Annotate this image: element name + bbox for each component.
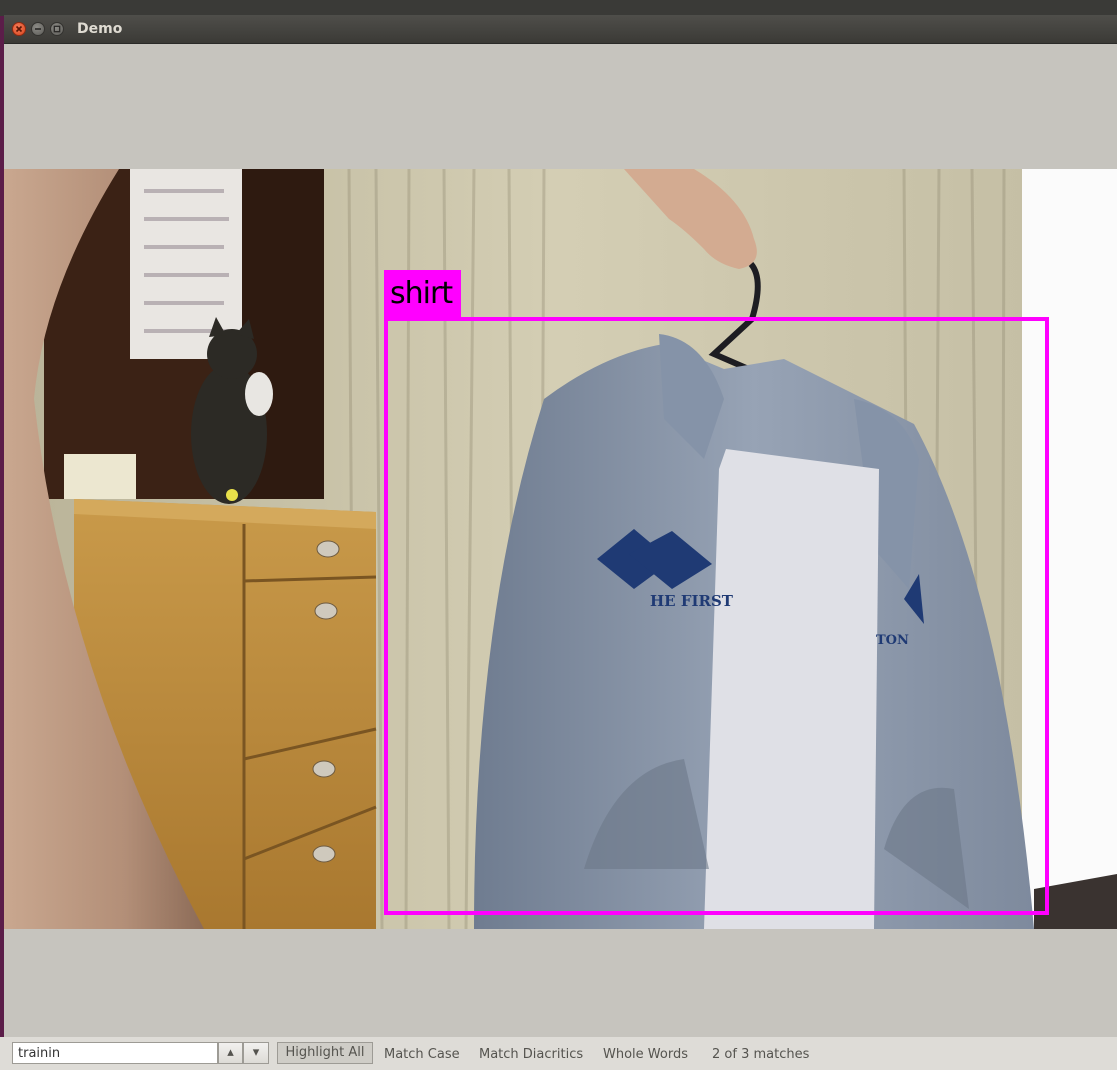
minimize-icon[interactable]: [31, 22, 45, 36]
arrow-down-icon: ▾: [252, 1045, 260, 1060]
whole-words-toggle[interactable]: Whole Words: [603, 1047, 688, 1062]
highlight-all-toggle[interactable]: Highlight All: [277, 1042, 373, 1064]
match-case-toggle[interactable]: Match Case: [384, 1047, 460, 1062]
maximize-icon[interactable]: [50, 22, 64, 36]
match-diacritics-toggle[interactable]: Match Diacritics: [479, 1047, 583, 1062]
camera-feed: HE FIRST TON shirt: [4, 169, 1117, 929]
detection-bounding-box: [384, 317, 1049, 915]
match-count: 2 of 3 matches: [712, 1047, 810, 1062]
desktop-top-edge: [0, 0, 1117, 16]
find-previous-button[interactable]: ▴: [218, 1042, 243, 1064]
detection-label: shirt: [384, 270, 462, 318]
close-icon[interactable]: [12, 22, 26, 36]
arrow-up-icon: ▴: [227, 1045, 234, 1060]
title-bar[interactable]: Demo: [4, 15, 1117, 44]
find-search-input[interactable]: trainin: [12, 1042, 218, 1064]
find-bar: trainin ▴ ▾ Highlight All Match Case Mat…: [0, 1037, 1117, 1070]
demo-window: Demo HE FIRST TON shirt: [4, 15, 1117, 1056]
window-title: Demo: [77, 21, 123, 37]
find-next-button[interactable]: ▾: [243, 1042, 269, 1064]
